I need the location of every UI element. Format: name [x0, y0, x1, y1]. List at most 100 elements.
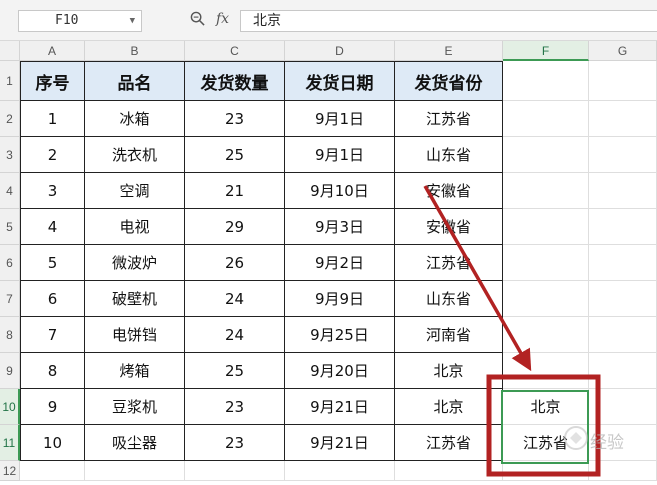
- table-cell[interactable]: 21: [185, 173, 285, 209]
- zoom-icon[interactable]: [190, 11, 205, 30]
- table-cell[interactable]: 9月21日: [285, 389, 395, 425]
- table-cell[interactable]: 23: [185, 389, 285, 425]
- grid-cell[interactable]: [589, 317, 657, 353]
- table-cell[interactable]: 北京: [395, 353, 503, 389]
- grid-cell[interactable]: [589, 173, 657, 209]
- table-header-cell[interactable]: 发货日期: [285, 61, 395, 101]
- row-header-3[interactable]: 3: [0, 137, 20, 173]
- row-header-10[interactable]: 10: [0, 389, 20, 425]
- column-header-G[interactable]: G: [589, 41, 657, 61]
- grid-cell[interactable]: [395, 461, 503, 481]
- table-cell[interactable]: 23: [185, 101, 285, 137]
- table-cell[interactable]: 26: [185, 245, 285, 281]
- table-cell[interactable]: 山东省: [395, 137, 503, 173]
- table-cell[interactable]: 江苏省: [395, 101, 503, 137]
- table-cell[interactable]: 空调: [85, 173, 185, 209]
- column-header-F[interactable]: F: [503, 41, 589, 61]
- grid-cell[interactable]: [285, 461, 395, 481]
- row-header-11[interactable]: 11: [0, 425, 20, 461]
- table-cell[interactable]: 冰箱: [85, 101, 185, 137]
- name-box[interactable]: F10 ▼: [18, 10, 142, 32]
- table-cell[interactable]: 3: [20, 173, 85, 209]
- table-cell[interactable]: 24: [185, 317, 285, 353]
- grid-cell[interactable]: [503, 461, 589, 481]
- grid-cell[interactable]: [85, 461, 185, 481]
- table-cell[interactable]: 9月20日: [285, 353, 395, 389]
- column-header-E[interactable]: E: [395, 41, 503, 61]
- row-header-12[interactable]: 12: [0, 461, 20, 481]
- table-cell[interactable]: 9月2日: [285, 245, 395, 281]
- table-cell[interactable]: 江苏省: [395, 245, 503, 281]
- table-cell[interactable]: 安徽省: [395, 209, 503, 245]
- grid-cell[interactable]: [589, 281, 657, 317]
- table-cell[interactable]: 25: [185, 353, 285, 389]
- table-cell[interactable]: 25: [185, 137, 285, 173]
- function-icon[interactable]: fx: [216, 11, 229, 27]
- grid-cell[interactable]: [503, 61, 589, 101]
- result-cell-f10[interactable]: 北京: [503, 389, 589, 425]
- row-header-4[interactable]: 4: [0, 173, 20, 209]
- column-header-A[interactable]: A: [20, 41, 85, 61]
- table-cell[interactable]: 9月9日: [285, 281, 395, 317]
- column-header-B[interactable]: B: [85, 41, 185, 61]
- table-cell[interactable]: 9月1日: [285, 101, 395, 137]
- table-cell[interactable]: 9月1日: [285, 137, 395, 173]
- table-cell[interactable]: 北京: [395, 389, 503, 425]
- table-cell[interactable]: 2: [20, 137, 85, 173]
- grid-cell[interactable]: [503, 317, 589, 353]
- grid-cell[interactable]: [589, 209, 657, 245]
- grid-cell[interactable]: [503, 173, 589, 209]
- table-cell[interactable]: 9月25日: [285, 317, 395, 353]
- table-header-cell[interactable]: 发货省份: [395, 61, 503, 101]
- row-header-1[interactable]: 1: [0, 61, 20, 101]
- table-cell[interactable]: 9: [20, 389, 85, 425]
- grid-cell[interactable]: [589, 61, 657, 101]
- grid-cell[interactable]: [589, 137, 657, 173]
- table-cell[interactable]: 4: [20, 209, 85, 245]
- table-cell[interactable]: 9月10日: [285, 173, 395, 209]
- table-cell[interactable]: 8: [20, 353, 85, 389]
- table-cell[interactable]: 电视: [85, 209, 185, 245]
- grid-cell[interactable]: [589, 461, 657, 481]
- row-header-8[interactable]: 8: [0, 317, 20, 353]
- table-cell[interactable]: 23: [185, 425, 285, 461]
- select-all-corner[interactable]: [0, 41, 20, 61]
- table-cell[interactable]: 24: [185, 281, 285, 317]
- formula-input[interactable]: 北京: [240, 10, 657, 32]
- table-cell[interactable]: 1: [20, 101, 85, 137]
- table-cell[interactable]: 7: [20, 317, 85, 353]
- table-cell[interactable]: 河南省: [395, 317, 503, 353]
- grid-cell[interactable]: [503, 353, 589, 389]
- table-cell[interactable]: 9月21日: [285, 425, 395, 461]
- table-cell[interactable]: 吸尘器: [85, 425, 185, 461]
- column-header-D[interactable]: D: [285, 41, 395, 61]
- row-header-2[interactable]: 2: [0, 101, 20, 137]
- row-header-6[interactable]: 6: [0, 245, 20, 281]
- grid-cell[interactable]: [503, 209, 589, 245]
- table-header-cell[interactable]: 品名: [85, 61, 185, 101]
- grid-cell[interactable]: [589, 353, 657, 389]
- grid-cell[interactable]: [589, 245, 657, 281]
- table-cell[interactable]: 5: [20, 245, 85, 281]
- grid-cell[interactable]: [503, 137, 589, 173]
- table-cell[interactable]: 洗衣机: [85, 137, 185, 173]
- chevron-down-icon[interactable]: ▼: [130, 11, 135, 31]
- grid-cell[interactable]: [185, 461, 285, 481]
- grid-cell[interactable]: [503, 245, 589, 281]
- row-header-7[interactable]: 7: [0, 281, 20, 317]
- grid-cell[interactable]: [503, 281, 589, 317]
- table-cell[interactable]: 江苏省: [395, 425, 503, 461]
- table-cell[interactable]: 山东省: [395, 281, 503, 317]
- table-cell[interactable]: 6: [20, 281, 85, 317]
- column-header-C[interactable]: C: [185, 41, 285, 61]
- table-cell[interactable]: 破壁机: [85, 281, 185, 317]
- table-cell[interactable]: 电饼铛: [85, 317, 185, 353]
- result-cell-f11[interactable]: 江苏省: [503, 425, 589, 461]
- table-header-cell[interactable]: 序号: [20, 61, 85, 101]
- grid-cell[interactable]: [20, 461, 85, 481]
- grid-cell[interactable]: [589, 389, 657, 425]
- table-header-cell[interactable]: 发货数量: [185, 61, 285, 101]
- grid-cell[interactable]: [503, 101, 589, 137]
- table-cell[interactable]: 10: [20, 425, 85, 461]
- table-cell[interactable]: 安徽省: [395, 173, 503, 209]
